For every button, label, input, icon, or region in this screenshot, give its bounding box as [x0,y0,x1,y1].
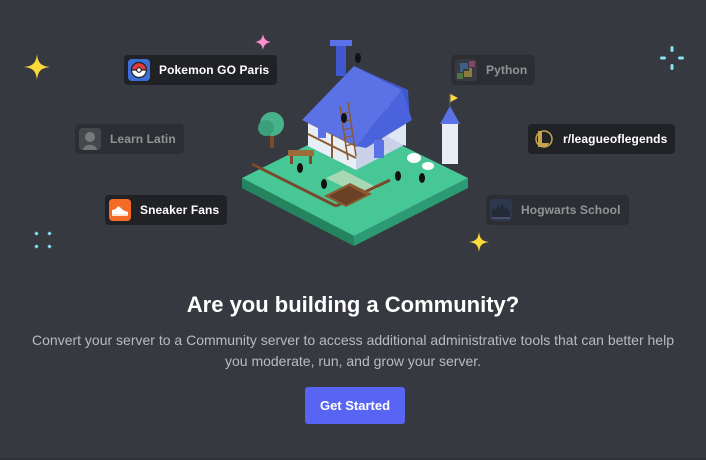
server-pill-sneaker: Sneaker Fans [105,195,228,225]
community-upsell-panel: Pokemon GO Paris Learn Latin Sneaker Fan… [0,0,706,460]
page-title: Are you building a Community? [186,292,520,317]
league-logo-icon [532,128,554,150]
castle-icon [490,199,512,221]
server-name: Hogwarts School [521,203,621,217]
server-name: Learn Latin [110,132,176,146]
sneaker-icon [109,199,131,221]
server-name: Python [486,63,528,77]
pokeball-icon [128,59,150,81]
server-name: Sneaker Fans [140,203,220,217]
server-name: r/leagueoflegends [563,132,668,146]
server-pill-latin: Learn Latin [75,124,184,154]
get-started-button[interactable]: Get Started [305,387,405,424]
server-pill-lol: r/leagueoflegends [528,124,676,154]
bust-statue-icon [79,128,101,150]
cyan-sparkle-icon [660,46,684,70]
yellow-sparkle-icon [24,54,50,80]
cyan-sparkle-icon [34,231,52,249]
server-pill-hogwarts: Hogwarts School [486,195,629,225]
community-house-illustration [242,40,468,246]
page-description: Convert your server to a Community serve… [32,332,674,369]
